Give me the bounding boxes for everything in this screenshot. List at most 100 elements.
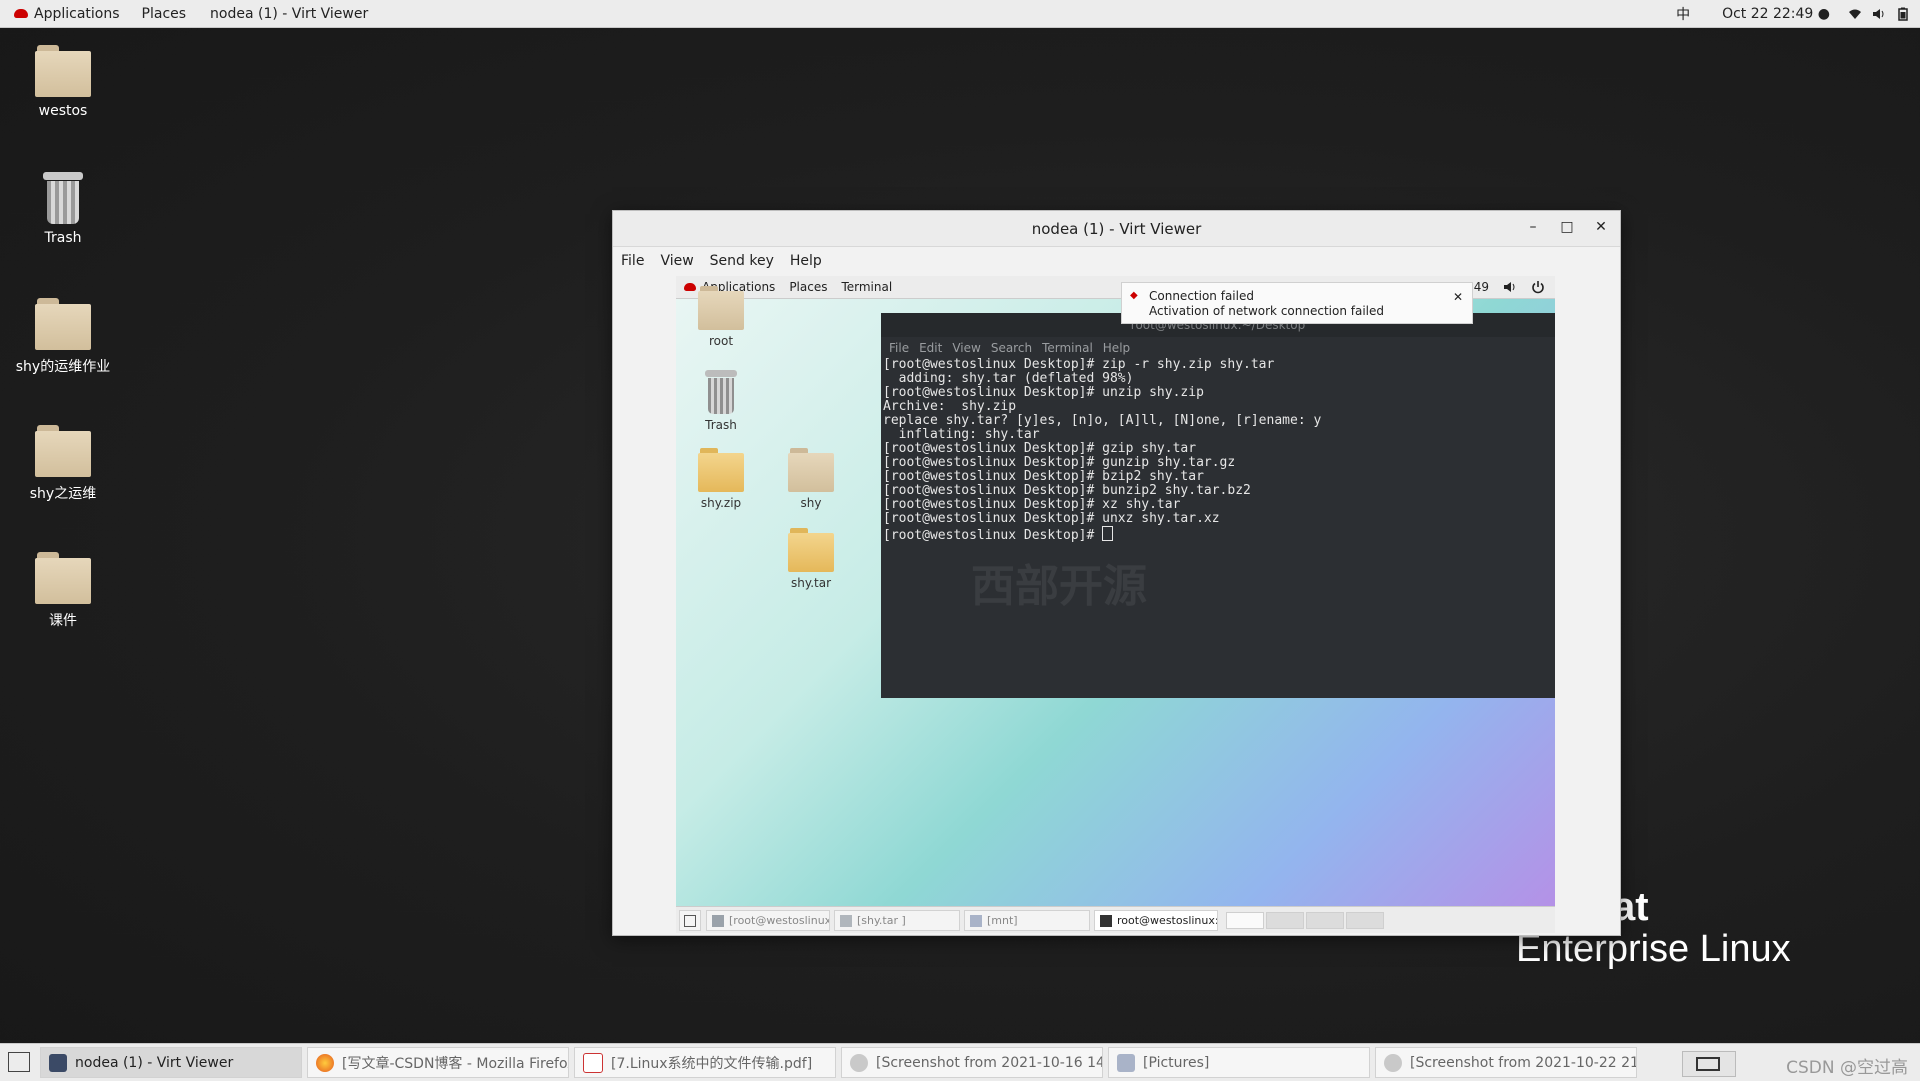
guest-icon-shy-zip[interactable]: shy.zip [681, 448, 761, 510]
desktop-icon-shy-ops-homework[interactable]: shy的运维作业 [8, 298, 118, 376]
menu-file[interactable]: File [621, 253, 644, 269]
workspace-4[interactable] [1346, 912, 1384, 929]
task-screenshot-2[interactable]: [Screenshot from 2021-10-22 21-... [1375, 1047, 1637, 1078]
desktop-icon-shy-ops[interactable]: shy之运维 [8, 425, 118, 503]
show-desktop-button[interactable] [8, 1052, 30, 1072]
terminal-menu-view[interactable]: View [952, 341, 980, 355]
terminal-menu-edit[interactable]: Edit [919, 341, 942, 355]
archive-manager-icon [840, 914, 852, 927]
terminal-window[interactable]: root@westoslinux:~/Desktop File Edit Vie… [881, 313, 1555, 698]
guest-icon-shy[interactable]: shy [771, 448, 851, 510]
workspace-2[interactable] [1266, 912, 1304, 929]
terminal-line: [root@westoslinux Desktop]# unzip shy.zi… [883, 385, 1204, 400]
terminal-line: [root@westoslinux Desktop]# zip -r shy.z… [883, 357, 1275, 372]
guest-taskbar: [root@westoslinux:~/... [shy.tar ] [mnt]… [676, 906, 1555, 933]
task-label: [root@westoslinux:~/... [729, 914, 830, 927]
guest-task-terminal-2[interactable]: root@westoslinux:~/... [1094, 910, 1218, 931]
applications-menu[interactable]: Applications [14, 6, 120, 22]
terminal-menu-file[interactable]: File [889, 341, 909, 355]
task-pictures[interactable]: [Pictures] [1108, 1047, 1370, 1078]
task-virt-viewer[interactable]: nodea (1) - Virt Viewer [40, 1047, 302, 1078]
file-manager-icon [1117, 1053, 1135, 1072]
close-icon[interactable]: ✕ [1453, 290, 1463, 304]
task-label: [写文章-CSDN博客 - Mozilla Firefox] [342, 1055, 569, 1072]
guest-icon-shy-tar[interactable]: shy.tar [771, 528, 851, 590]
workspace-3[interactable] [1306, 912, 1344, 929]
terminal-menu-terminal[interactable]: Terminal [1042, 341, 1093, 355]
workspace-1[interactable] [1226, 912, 1264, 929]
menu-help[interactable]: Help [790, 253, 822, 269]
folder-icon [788, 448, 834, 492]
trash-icon [43, 172, 83, 224]
terminal-icon [712, 914, 724, 927]
notification-title: Connection failed [1149, 289, 1254, 303]
active-window-menu[interactable]: nodea (1) - Virt Viewer [210, 6, 368, 22]
volume-icon[interactable] [1872, 7, 1886, 21]
guest-terminal-menu[interactable]: Terminal [841, 280, 892, 294]
battery-icon[interactable] [1896, 7, 1910, 21]
notification-popup[interactable]: ◆ Connection failed Activation of networ… [1121, 282, 1473, 324]
desktop-icon-westos[interactable]: westos [8, 45, 118, 119]
watermark-text: 西部开源 [971, 561, 1147, 612]
workspace-switcher[interactable] [1682, 1051, 1736, 1077]
power-icon[interactable] [1531, 280, 1545, 294]
terminal-menu-help[interactable]: Help [1103, 341, 1130, 355]
close-icon[interactable]: ✕ [1594, 219, 1608, 235]
archive-icon [698, 448, 744, 492]
viewer-menubar: File View Send key Help [613, 247, 1620, 275]
guest-task-terminal-1[interactable]: [root@westoslinux:~/... [706, 910, 830, 931]
window-title: nodea (1) - Virt Viewer [1031, 220, 1202, 238]
clock[interactable]: Oct 22 22:49 ● [1722, 6, 1830, 22]
folder-icon [35, 552, 91, 604]
task-label: [mnt] [987, 914, 1018, 927]
image-viewer-icon [850, 1053, 868, 1072]
places-menu[interactable]: Places [142, 6, 187, 22]
virt-viewer-window: nodea (1) - Virt Viewer – □ ✕ File View … [612, 210, 1621, 936]
minimize-icon[interactable]: – [1526, 219, 1540, 235]
task-label: root@westoslinux:~/... [1117, 914, 1217, 927]
terminal-icon [1100, 914, 1112, 927]
guest-display[interactable]: Applications Places Terminal Oct 22 22:4… [676, 276, 1555, 933]
guest-places-menu[interactable]: Places [789, 280, 827, 294]
guest-icon-label: shy.tar [790, 576, 832, 590]
guest-icon-trash[interactable]: Trash [681, 370, 761, 432]
menu-view[interactable]: View [660, 253, 693, 269]
terminal-cursor [1102, 526, 1114, 541]
terminal-line: [root@westoslinux Desktop]# gzip shy.tar [883, 441, 1197, 456]
terminal-line: adding: shy.tar (deflated 98%) [883, 371, 1134, 386]
csdn-watermark: CSDN @空过高 [1786, 1058, 1908, 1078]
workspace-1[interactable] [1696, 1057, 1720, 1071]
desktop-icon-label: Trash [44, 230, 82, 246]
file-manager-icon [970, 914, 982, 927]
volume-icon[interactable] [1503, 280, 1517, 294]
terminal-menu-search[interactable]: Search [991, 341, 1032, 355]
show-desktop-button[interactable] [679, 910, 701, 931]
task-pdf[interactable]: [7.Linux系统中的文件传输.pdf] [574, 1047, 836, 1078]
guest-icon-label: shy [800, 496, 822, 510]
task-screenshot-1[interactable]: [Screenshot from 2021-10-16 14-... [841, 1047, 1103, 1078]
terminal-line: [root@westoslinux Desktop]# bunzip2 shy.… [883, 483, 1251, 498]
terminal-output[interactable]: [root@westoslinux Desktop]# zip -r shy.z… [881, 358, 1555, 543]
task-label: [shy.tar ] [857, 914, 906, 927]
wifi-icon[interactable] [1848, 7, 1862, 21]
guest-icon-root[interactable]: root [681, 286, 761, 348]
folder-icon [35, 298, 91, 350]
task-label: [7.Linux系统中的文件传输.pdf] [611, 1055, 813, 1072]
desktop-icon-trash[interactable]: Trash [8, 172, 118, 246]
maximize-icon[interactable]: □ [1560, 219, 1574, 235]
terminal-line: [root@westoslinux Desktop]# gunzip shy.t… [883, 455, 1236, 470]
window-titlebar[interactable]: nodea (1) - Virt Viewer – □ ✕ [613, 211, 1620, 247]
redhat-logo-icon [14, 9, 28, 18]
input-method-indicator[interactable]: 中 [1676, 4, 1690, 24]
host-top-bar: Applications Places nodea (1) - Virt Vie… [0, 0, 1920, 28]
archive-icon [788, 528, 834, 572]
desktop-icon-label: westos [38, 103, 88, 119]
guest-task-mnt[interactable]: [mnt] [964, 910, 1090, 931]
network-error-icon: ◆ [1130, 290, 1138, 301]
desktop-icon-courseware[interactable]: 课件 [8, 552, 118, 630]
guest-task-shy-tar[interactable]: [shy.tar ] [834, 910, 960, 931]
desktop-icon-label: shy的运维作业 [15, 359, 111, 375]
task-firefox[interactable]: [写文章-CSDN博客 - Mozilla Firefox] [307, 1047, 569, 1078]
menu-send-key[interactable]: Send key [710, 253, 774, 269]
places-label: Places [141, 5, 187, 22]
